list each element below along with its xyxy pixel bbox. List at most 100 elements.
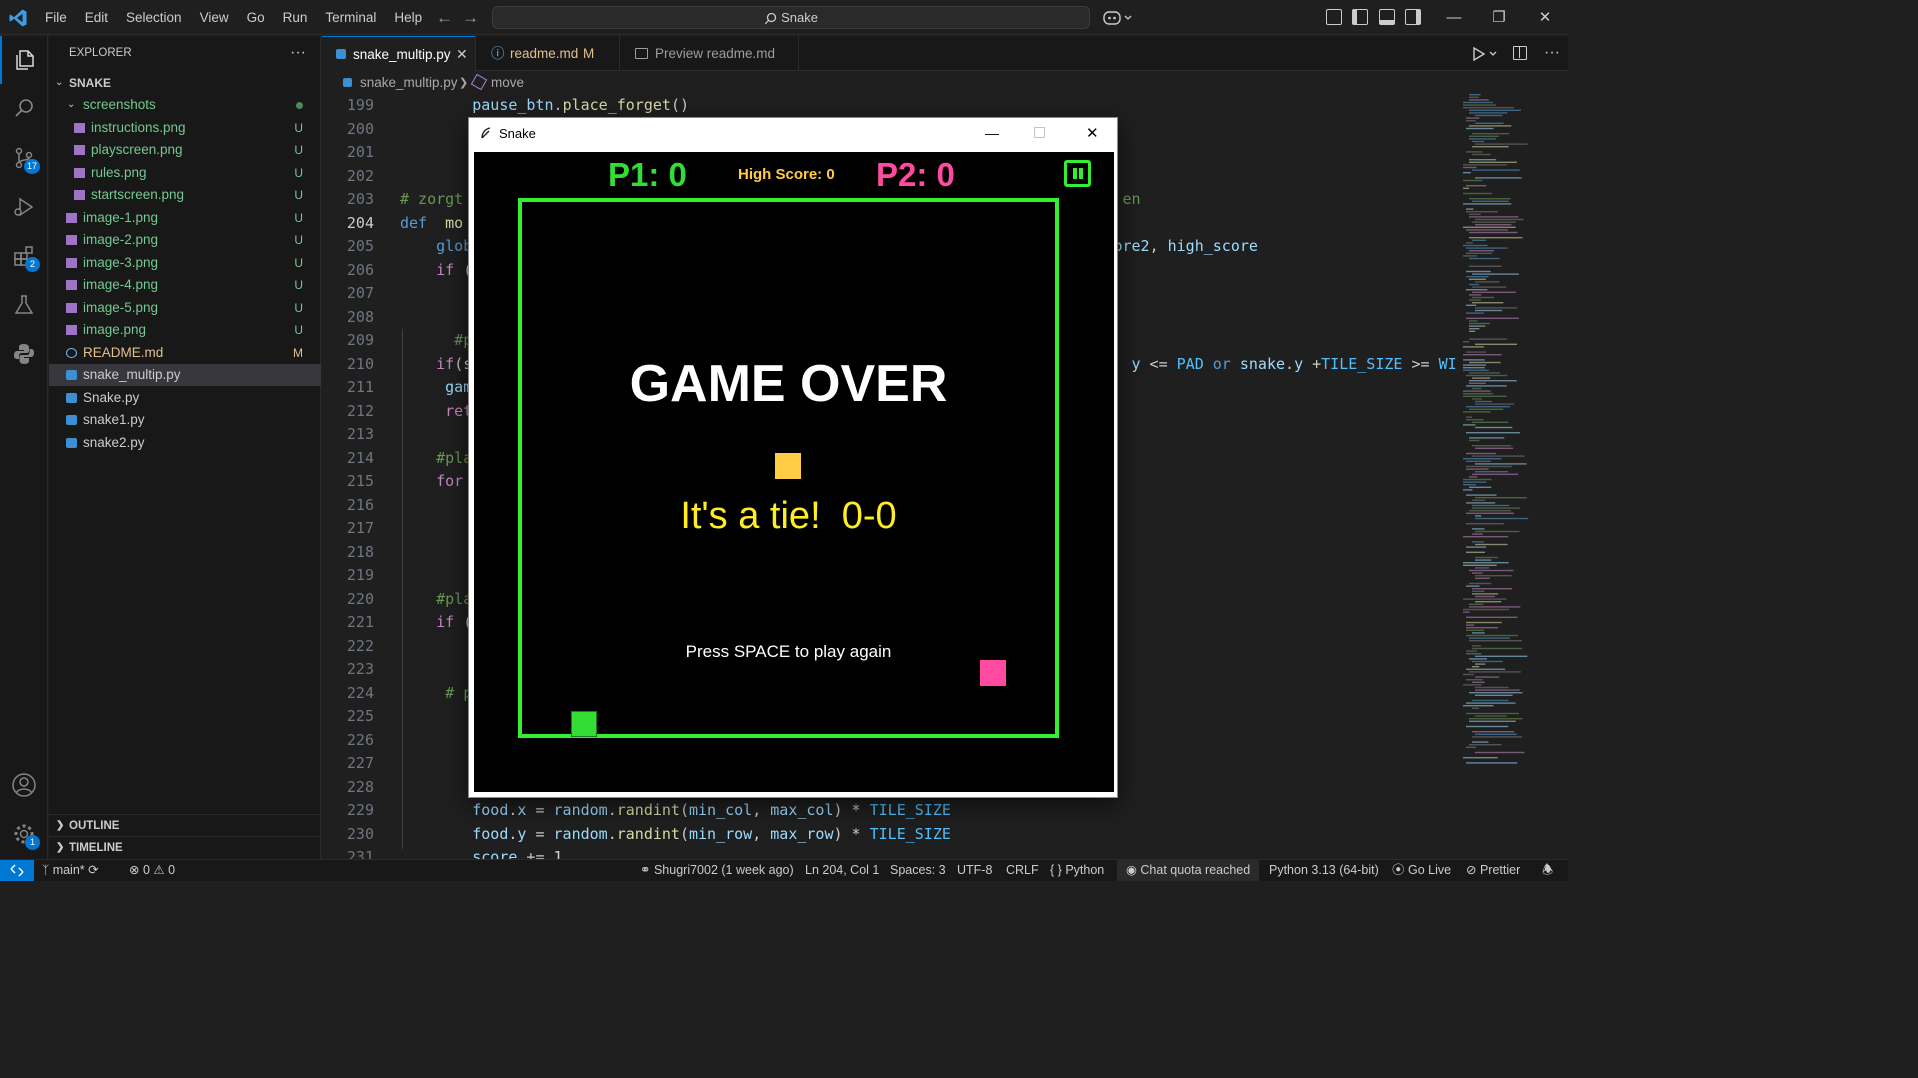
close-tab-icon[interactable]: ✕ (456, 37, 468, 72)
tree-file[interactable]: README.md M (49, 342, 321, 364)
run-python-icon[interactable] (1472, 46, 1500, 62)
tree-item-label: instructions.png (91, 119, 186, 135)
git-status-badge: U (294, 255, 303, 270)
line-number: 219 (346, 566, 374, 584)
testing-activity[interactable] (0, 281, 48, 329)
line-number: 231 (346, 848, 374, 859)
image-file-icon (66, 235, 77, 245)
restore-window-icon[interactable]: ❐ (1476, 0, 1522, 35)
prettier[interactable]: ⊘ Prettier (1466, 860, 1520, 881)
timeline-label: TIMELINE (69, 842, 123, 854)
toggle-primary-sidebar-icon[interactable] (1352, 9, 1368, 25)
snake-window-titlebar[interactable]: Snake — ✕ (469, 118, 1117, 149)
tree-file[interactable]: snake1.py (49, 409, 321, 431)
testing-icon (14, 295, 34, 314)
cursor-position[interactable]: Ln 204, Col 1 (805, 860, 879, 881)
python-activity[interactable] (0, 330, 48, 378)
tree-file[interactable]: image-3.png U (49, 252, 321, 274)
manage-activity[interactable]: 1 (0, 810, 48, 858)
tab-snake-multip[interactable]: snake_multip.py ✕ (322, 36, 476, 72)
git-status-badge: U (294, 233, 303, 247)
explorer-activity[interactable] (0, 36, 48, 84)
tree-file[interactable]: playscreen.png U (49, 139, 321, 161)
timeline-section[interactable]: ❯ TIMELINE (49, 836, 321, 858)
line-number: 218 (346, 542, 374, 561)
tree-file[interactable]: snake_multip.py (49, 364, 321, 386)
workspace-root[interactable]: ⌄ SNAKE (49, 72, 321, 94)
git-branch[interactable]: ᛉ main* ⟳ (42, 860, 99, 881)
encoding[interactable]: UTF-8 (957, 860, 992, 881)
close-window-icon[interactable]: ✕ (1086, 118, 1099, 149)
image-file-icon (74, 122, 85, 133)
menu-view[interactable]: View (191, 0, 238, 35)
branch-icon: ᛉ (42, 863, 50, 877)
python-file-icon (66, 437, 77, 448)
line-number: 228 (346, 777, 374, 796)
minimize-window-icon[interactable]: — (985, 118, 999, 149)
tab-preview-readme[interactable]: Preview readme.md (621, 36, 799, 71)
maximize-window-icon[interactable] (1034, 127, 1045, 138)
tree-file[interactable]: instructions.png U (49, 117, 321, 139)
tree-file[interactable]: image-5.png U (49, 297, 321, 319)
tree-file[interactable]: image-4.png U (49, 274, 321, 296)
menu-file[interactable]: File (36, 0, 76, 35)
tree-file[interactable]: image-1.png U (49, 207, 321, 229)
menu-terminal[interactable]: Terminal (316, 0, 385, 35)
toggle-panel-icon[interactable] (1379, 9, 1395, 25)
tree-folder[interactable]: ⌄ screenshots (49, 94, 321, 116)
menu-go[interactable]: Go (238, 0, 274, 35)
command-center-search[interactable]: Snake (492, 6, 1090, 29)
menu-run[interactable]: Run (274, 0, 317, 35)
problems-indicator[interactable]: ⊗ 0 ⚠ 0 (129, 860, 175, 881)
breadcrumb-file[interactable]: snake_multip.py (360, 72, 458, 94)
customize-layout-icon[interactable] (1326, 9, 1342, 25)
search-activity[interactable] (0, 84, 48, 132)
line-number: 207 (346, 284, 374, 302)
tree-file[interactable]: rules.png U (49, 162, 321, 184)
minimap[interactable] (1458, 94, 1558, 774)
indentation[interactable]: Spaces: 3 (890, 860, 946, 881)
tree-file[interactable]: startscreen.png U (49, 184, 321, 206)
tree-file[interactable]: image-2.png U (49, 229, 321, 251)
python-interpreter[interactable]: Python 3.13 (64-bit) (1269, 860, 1379, 881)
close-window-icon[interactable]: ✕ (1522, 0, 1568, 35)
forward-arrow-icon[interactable]: → (462, 8, 479, 28)
git-status-badge: U (294, 188, 303, 202)
more-actions-icon[interactable]: ··· (290, 36, 306, 69)
menu-edit[interactable]: Edit (76, 0, 117, 35)
more-actions-icon[interactable]: ··· (1544, 36, 1560, 69)
game-canvas[interactable]: P1: 0 High Score: 0 P2: 0 GAME OVER It's… (474, 152, 1114, 792)
git-blame[interactable]: ⚭ Shugri7002 (1 week ago) (640, 860, 794, 881)
accounts-activity[interactable] (0, 761, 48, 809)
go-live[interactable]: ⦿ Go Live (1392, 860, 1451, 881)
toggle-secondary-sidebar-icon[interactable] (1405, 9, 1421, 25)
tree-item-label: rules.png (91, 164, 147, 180)
remote-indicator[interactable] (0, 860, 34, 881)
chevron-right-icon: ❯ (56, 842, 65, 853)
run-debug-activity[interactable] (0, 183, 48, 231)
extensions-activity[interactable]: 2 (0, 232, 48, 280)
tree-file[interactable]: snake2.py (49, 432, 321, 454)
end-of-line[interactable]: CRLF (1006, 860, 1039, 881)
menu-selection[interactable]: Selection (117, 0, 191, 35)
tree-file[interactable]: Snake.py (49, 387, 321, 409)
food-block (775, 453, 801, 479)
minimize-window-icon[interactable]: — (1431, 0, 1477, 35)
result-text: It's a tie! 0-0 (680, 495, 897, 537)
split-editor-icon[interactable] (1513, 46, 1527, 60)
editor-scrollbar[interactable] (1558, 94, 1568, 859)
pause-button[interactable] (1064, 160, 1091, 187)
language-mode[interactable]: { } Python (1050, 860, 1104, 881)
tab-readme[interactable]: ⓘ readme.md M (477, 36, 620, 71)
tree-item-label: playscreen.png (91, 142, 183, 157)
chat-quota[interactable]: ◉ Chat quota reached (1117, 860, 1260, 881)
menu-help[interactable]: Help (385, 0, 431, 35)
bell-icon[interactable]: 🕭 (1542, 860, 1553, 881)
source-control-activity[interactable]: 17 (0, 134, 48, 182)
back-arrow-icon[interactable]: ← (436, 8, 453, 28)
outline-section[interactable]: ❯ OUTLINE (49, 814, 321, 836)
breadcrumb-symbol[interactable]: move (491, 72, 524, 94)
copilot-icon[interactable] (1103, 9, 1135, 27)
python-file-icon (66, 392, 77, 403)
tree-file[interactable]: image.png U (49, 319, 321, 341)
